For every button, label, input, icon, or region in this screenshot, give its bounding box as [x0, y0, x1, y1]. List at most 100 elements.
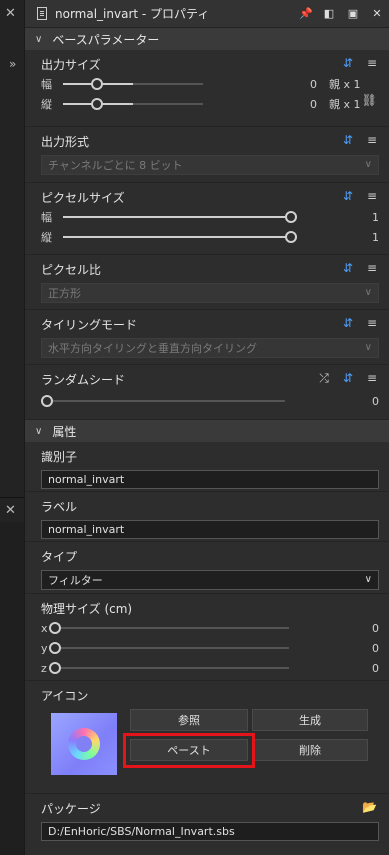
physical-x-slider[interactable]	[49, 622, 289, 634]
document-icon	[37, 7, 47, 20]
tiling-mode-dropdown[interactable]: 水平方向タイリングと垂直方向タイリング ∨	[41, 338, 379, 358]
type-dropdown[interactable]: フィルター ∨	[41, 570, 379, 590]
type-group: タイプ フィルター ∨	[25, 542, 389, 594]
section-base-parameters[interactable]: ∨ ベースパラメーター	[25, 28, 389, 50]
output-height-row: 縦 0 親 x 1	[41, 94, 379, 114]
output-format-dropdown[interactable]: チャンネルごとに 8 ビット ∨	[41, 155, 379, 175]
slider-handle[interactable]	[41, 395, 53, 407]
close-icon[interactable]: ✕	[5, 503, 16, 518]
close-icon[interactable]: ✕	[371, 7, 383, 20]
section-title: ベースパラメーター	[52, 32, 160, 47]
pin-icon[interactable]: 📌	[299, 7, 313, 20]
width-label: 幅	[41, 211, 52, 224]
label-group: ラベル normal_invart	[25, 492, 389, 542]
pixel-width-value: 1	[372, 210, 379, 224]
y-label: y	[41, 641, 48, 655]
options-menu-icon[interactable]: ≡	[367, 371, 377, 386]
expand-chevron-icon[interactable]: »	[9, 57, 16, 71]
chevron-down-icon: ∨	[364, 342, 372, 353]
inheritance-icon[interactable]: ⇵	[343, 371, 353, 386]
x-label: x	[41, 621, 48, 635]
slider-handle[interactable]	[91, 78, 103, 90]
browse-button[interactable]: 参照	[130, 709, 248, 731]
pixel-size-group: ピクセルサイズ ⇵ ≡ 幅 1 縦 1	[25, 183, 389, 255]
random-seed-row: 0	[41, 391, 379, 411]
random-seed-slider[interactable]	[41, 395, 285, 407]
physical-size-label: 物理サイズ (cm)	[41, 602, 133, 616]
slider-handle[interactable]	[285, 231, 297, 243]
shuffle-icon[interactable]: ⤮	[319, 371, 329, 386]
physical-z-value: 0	[372, 661, 379, 675]
inheritance-icon[interactable]: ⇵	[343, 189, 353, 203]
package-group: パッケージ 📂 D:/EnHoric/SBS/Normal_Invart.sbs	[25, 794, 389, 846]
physical-z-row: z 0	[41, 658, 379, 678]
output-width-slider[interactable]	[63, 78, 203, 90]
dropdown-value: 正方形	[48, 287, 81, 300]
z-label: z	[41, 661, 47, 675]
options-menu-icon[interactable]: ≡	[367, 189, 377, 203]
random-seed-value: 0	[372, 394, 379, 408]
output-height-value: 0	[310, 97, 317, 111]
options-menu-icon[interactable]: ≡	[367, 56, 377, 70]
properties-panel: normal_invart - プロパティ 📌 ◧ ▣ ✕ ∨ ベースパラメータ…	[24, 0, 389, 855]
section-attributes[interactable]: ∨ 属性	[25, 420, 389, 442]
pixel-width-slider[interactable]	[63, 211, 297, 223]
close-icon[interactable]: ✕	[5, 6, 16, 21]
pixel-ratio-group: ピクセル比 ⇵ ≡ 正方形 ∨	[25, 255, 389, 310]
width-label: 幅	[41, 78, 52, 91]
chevron-down-icon: ∨	[35, 425, 43, 437]
link-icon[interactable]: ⛓	[362, 93, 377, 107]
pixel-height-row: 縦 1	[41, 227, 379, 247]
icon-group: アイコン 参照 生成 ペースト 削除	[25, 681, 389, 794]
inheritance-icon[interactable]: ⇵	[343, 133, 353, 147]
identifier-input[interactable]: normal_invart	[41, 470, 379, 489]
pixel-height-slider[interactable]	[63, 231, 297, 243]
options-menu-icon[interactable]: ≡	[367, 133, 377, 147]
section-title: 属性	[52, 424, 77, 439]
output-size-label: 出力サイズ	[41, 58, 101, 72]
slider-handle[interactable]	[49, 642, 61, 654]
maximize-icon[interactable]: ▣	[347, 7, 359, 20]
chevron-down-icon: ∨	[364, 287, 372, 298]
inheritance-icon[interactable]: ⇵	[343, 261, 353, 275]
lower-dock-area	[0, 522, 24, 855]
dropdown-value: フィルター	[48, 574, 103, 587]
slider-handle[interactable]	[91, 98, 103, 110]
folder-icon[interactable]: 📂	[362, 800, 377, 814]
pixel-ratio-dropdown[interactable]: 正方形 ∨	[41, 283, 379, 303]
slider-handle[interactable]	[285, 211, 297, 223]
inheritance-icon[interactable]: ⇵	[343, 56, 353, 70]
icon-area: 参照 生成 ペースト 削除	[41, 705, 379, 795]
options-menu-icon[interactable]: ≡	[367, 261, 377, 275]
physical-size-group: 物理サイズ (cm) x 0 y 0 z 0	[25, 594, 389, 681]
package-label: パッケージ	[41, 802, 101, 816]
label-label: ラベル	[41, 500, 78, 514]
physical-y-value: 0	[372, 641, 379, 655]
node-icon-thumbnail	[51, 713, 117, 775]
physical-z-slider[interactable]	[49, 662, 289, 674]
height-label: 縦	[41, 231, 52, 244]
package-path-field[interactable]: D:/EnHoric/SBS/Normal_Invart.sbs	[41, 822, 379, 841]
generate-button[interactable]: 生成	[252, 709, 368, 731]
height-label: 縦	[41, 98, 52, 111]
chevron-down-icon: ∨	[364, 574, 372, 585]
inheritance-icon[interactable]: ⇵	[343, 316, 353, 330]
pixel-height-value: 1	[372, 230, 379, 244]
options-menu-icon[interactable]: ≡	[367, 316, 377, 330]
identifier-group: 識別子 normal_invart	[25, 442, 389, 492]
physical-y-slider[interactable]	[49, 642, 289, 654]
label-input[interactable]: normal_invart	[41, 520, 379, 539]
dropdown-value: 水平方向タイリングと垂直方向タイリング	[48, 342, 257, 355]
slider-handle[interactable]	[49, 622, 61, 634]
identifier-label: 識別子	[41, 450, 78, 464]
slider-handle[interactable]	[49, 662, 61, 674]
dock-icon[interactable]: ◧	[323, 7, 335, 20]
output-width-ratio[interactable]: 親 x 1	[329, 76, 379, 92]
dock-divider	[0, 497, 24, 498]
type-label: タイプ	[41, 550, 78, 564]
panel-title: normal_invart - プロパティ	[55, 7, 210, 21]
delete-button[interactable]: 削除	[252, 739, 368, 761]
pixel-size-label: ピクセルサイズ	[41, 191, 125, 205]
output-format-label: 出力形式	[41, 135, 90, 149]
output-height-slider[interactable]	[63, 98, 203, 110]
